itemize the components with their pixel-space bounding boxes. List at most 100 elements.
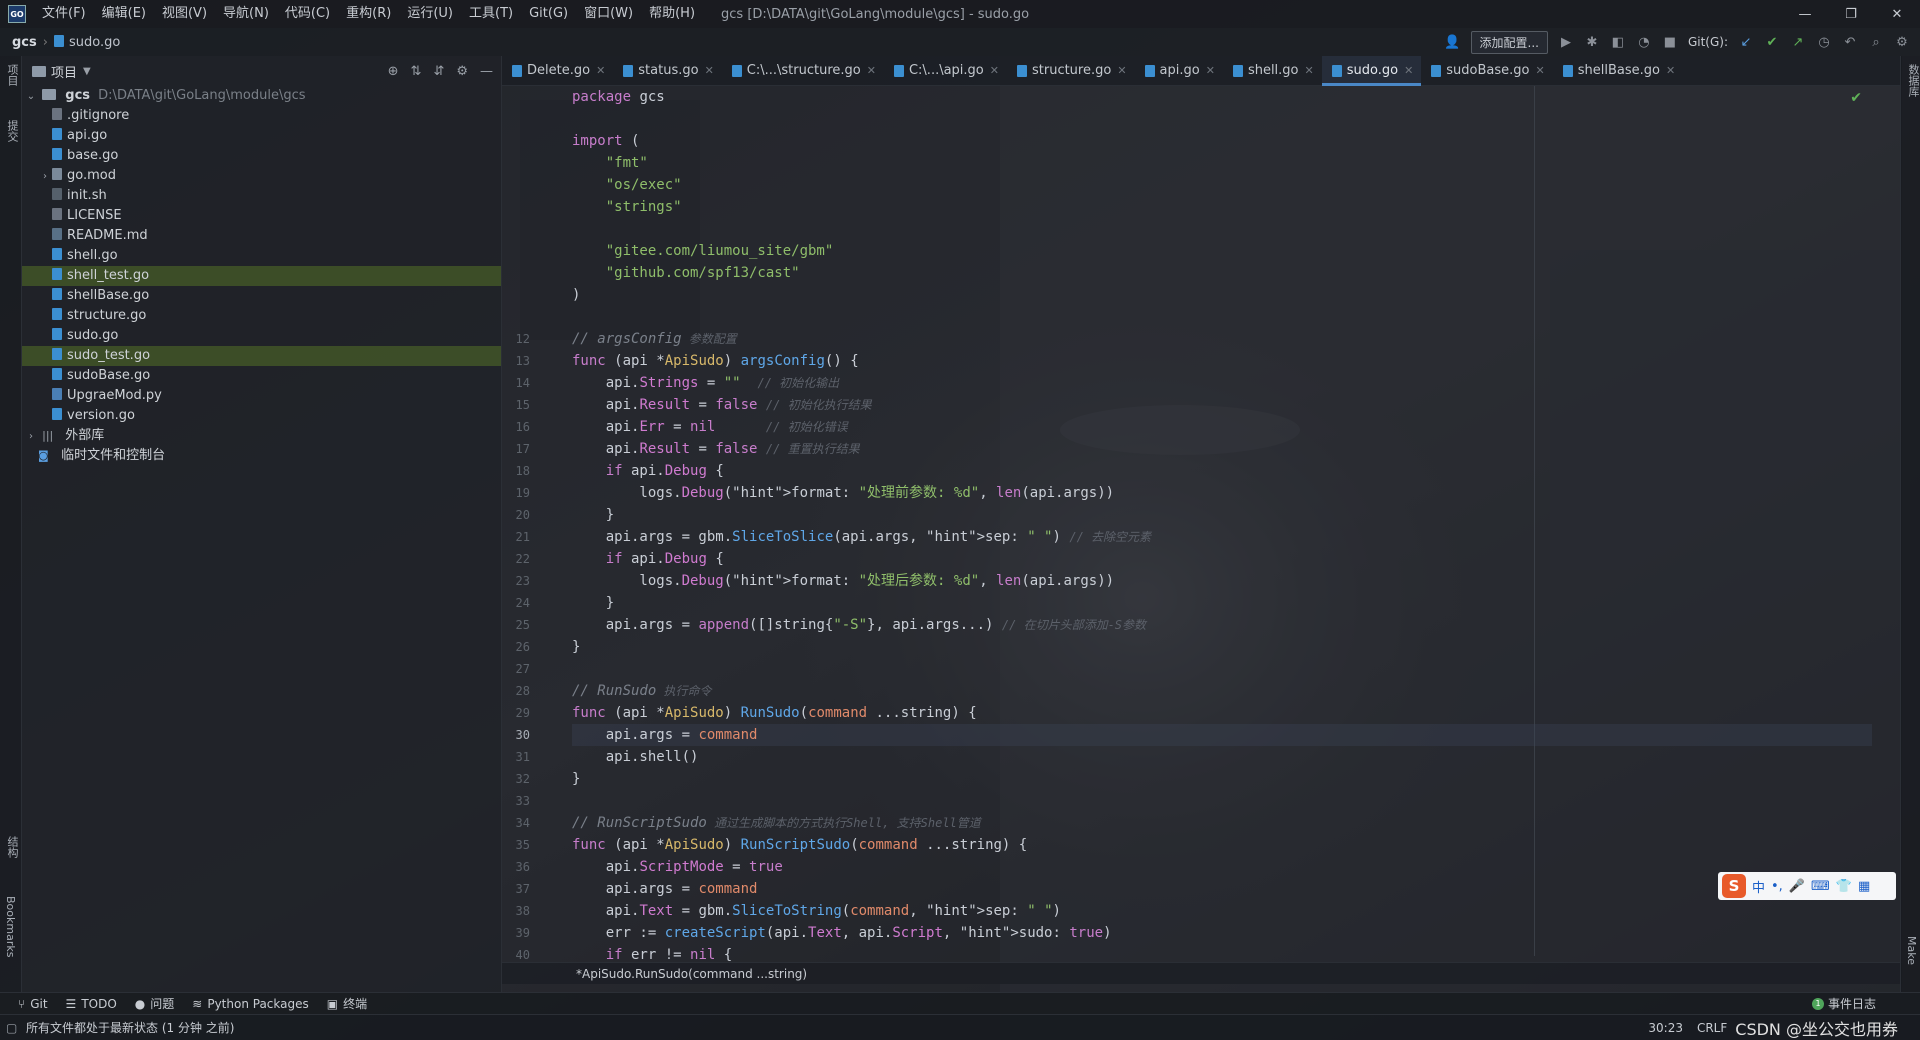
restore-icon[interactable]: ❐ [1828,0,1874,28]
tree-file-item[interactable]: sudoBase.go [22,366,501,386]
chevron-down-icon[interactable]: ⌄ [24,87,38,107]
stop-icon[interactable]: ■ [1662,34,1678,50]
code-line[interactable]: package gcs [572,86,1872,108]
menu-tools[interactable]: 工具(T) [461,0,521,28]
code-line[interactable]: } [572,504,1872,526]
tree-file-item[interactable]: shellBase.go [22,286,501,306]
tree-file-item[interactable]: base.go [22,146,501,166]
project-panel-title[interactable]: 项目 [51,62,77,81]
coverage-icon[interactable]: ◧ [1610,34,1626,50]
tree-file-item[interactable]: structure.go [22,306,501,326]
make-tool-tab[interactable]: Make [1905,936,1918,965]
code-line[interactable]: api.Err = nil // 初始化错误 [572,416,1872,438]
ime-mode[interactable]: 中 [1752,877,1765,896]
code-line[interactable]: func (api *ApiSudo) RunSudo(command ...s… [572,702,1872,724]
tree-file-item[interactable]: sudo_test.go [22,346,501,366]
editor-tab[interactable]: C:\...\api.go ✕ [884,56,1007,86]
code-line[interactable]: "gitee.com/liumou_site/gbm" [572,240,1872,262]
terminal-tool-button[interactable]: ▣ 终端 [327,995,367,1012]
keyboard-icon[interactable]: ⌨ [1811,879,1830,894]
code-line[interactable]: "strings" [572,196,1872,218]
code-line[interactable]: api.Result = false // 初始化执行结果 [572,394,1872,416]
editor-tab[interactable]: shell.go ✕ [1223,56,1322,86]
line-separator[interactable]: CRLF [1697,1021,1727,1035]
git-push-icon[interactable]: ↗ [1790,34,1806,50]
bookmarks-tool-tab[interactable]: Bookmarks [4,896,17,957]
app-logo[interactable]: GO [8,5,26,23]
code-line[interactable]: if api.Debug { [572,460,1872,482]
editor-tab[interactable]: api.go ✕ [1135,56,1223,86]
code-line[interactable]: if api.Debug { [572,548,1872,570]
menu-git[interactable]: Git(G) [521,0,576,28]
add-configuration-button[interactable]: 添加配置... [1470,30,1548,54]
code-line[interactable]: // argsConfig 参数配置 [572,328,1872,350]
menu-view[interactable]: 视图(V) [154,0,215,28]
code-line[interactable]: } [572,636,1872,658]
tree-external-libraries[interactable]: › ||| 外部库 [22,426,501,446]
tree-file-item[interactable]: LICENSE [22,206,501,226]
breadcrumb-project[interactable]: gcs [12,35,37,50]
git-update-icon[interactable]: ↙ [1738,34,1754,50]
code-line[interactable]: func (api *ApiSudo) RunScriptSudo(comman… [572,834,1872,856]
editor-tab[interactable]: sudoBase.go ✕ [1421,56,1552,86]
code-line[interactable] [572,218,1872,240]
debug-icon[interactable]: ✱ [1584,34,1600,50]
python-packages-tool-button[interactable]: ≋ Python Packages [192,997,308,1011]
punctuation-icon[interactable]: •, [1771,879,1783,894]
git-commit-icon[interactable]: ✔ [1764,34,1780,50]
tab-close-icon[interactable]: ✕ [1404,64,1413,77]
settings-gear-icon[interactable]: ⚙ [1894,34,1910,50]
code-line[interactable] [572,790,1872,812]
tab-close-icon[interactable]: ✕ [596,64,605,77]
tab-close-icon[interactable]: ✕ [1305,64,1314,77]
tree-file-item[interactable]: version.go [22,406,501,426]
tree-file-item[interactable]: shell.go [22,246,501,266]
menu-refactor[interactable]: 重构(R) [338,0,399,28]
breadcrumb-file[interactable]: sudo.go [53,34,120,50]
menu-help[interactable]: 帮助(H) [641,0,703,28]
menu-edit[interactable]: 编辑(E) [94,0,154,28]
tree-file-item[interactable]: shell_test.go [22,266,501,286]
search-icon[interactable]: ⌕ [1868,34,1884,50]
tree-file-item[interactable]: init.sh [22,186,501,206]
locate-file-icon[interactable]: ⊕ [388,64,399,79]
inspection-ok-icon[interactable]: ✔ [1850,90,1862,106]
code-line[interactable]: } [572,592,1872,614]
close-icon[interactable]: ✕ [1874,0,1920,28]
toolbox-icon[interactable]: ▦ [1858,879,1870,894]
event-log-button[interactable]: 1 事件日志 [1811,995,1876,1012]
code-line[interactable]: api.args = append([]string{"-S"}, api.ar… [572,614,1872,636]
microphone-icon[interactable]: 🎤 [1789,879,1805,894]
menu-file[interactable]: 文件(F) [34,0,94,28]
code-line[interactable]: api.shell() [572,746,1872,768]
todo-tool-button[interactable]: ☰ TODO [66,997,117,1011]
minimize-icon[interactable]: — [1782,0,1828,28]
collapse-all-icon[interactable]: ⇵ [433,64,444,79]
tab-close-icon[interactable]: ✕ [867,64,876,77]
tab-close-icon[interactable]: ✕ [1666,64,1675,77]
database-tool-tab[interactable]: 数据库 [1905,64,1920,97]
code-area[interactable]: package gcs import ( "fmt" "os/exec" "str… [572,86,1872,963]
code-line[interactable]: import ( [572,130,1872,152]
code-line[interactable]: "github.com/spf13/cast" [572,262,1872,284]
tab-close-icon[interactable]: ✕ [1536,64,1545,77]
profile-icon[interactable]: ◔ [1636,34,1652,50]
editor-tab[interactable]: shellBase.go ✕ [1553,56,1683,86]
code-line[interactable] [572,108,1872,130]
tree-scratches[interactable]: ◙ 临时文件和控制台 [22,446,501,466]
code-line[interactable] [572,306,1872,328]
tab-close-icon[interactable]: ✕ [1117,64,1126,77]
skin-icon[interactable]: 👕 [1836,879,1852,894]
code-line[interactable]: } [572,768,1872,790]
structure-tool-tab[interactable]: 结构 [4,836,20,858]
code-line[interactable] [572,658,1872,680]
code-line[interactable]: // RunScriptSudo 通过生成脚本的方式执行Shell, 支持She… [572,812,1872,834]
user-icon[interactable]: 👤 [1444,34,1460,50]
run-icon[interactable]: ▶ [1558,34,1574,50]
chevron-down-icon[interactable]: ▼ [83,66,91,77]
code-line[interactable]: "fmt" [572,152,1872,174]
editor-tab[interactable]: status.go ✕ [613,56,722,86]
tree-file-item[interactable]: › go.mod [22,166,501,186]
status-message[interactable]: 所有文件都处于最新状态 (1 分钟 之前) [26,1019,234,1036]
code-line[interactable]: api.Text = gbm.SliceToString(command, "h… [572,900,1872,922]
